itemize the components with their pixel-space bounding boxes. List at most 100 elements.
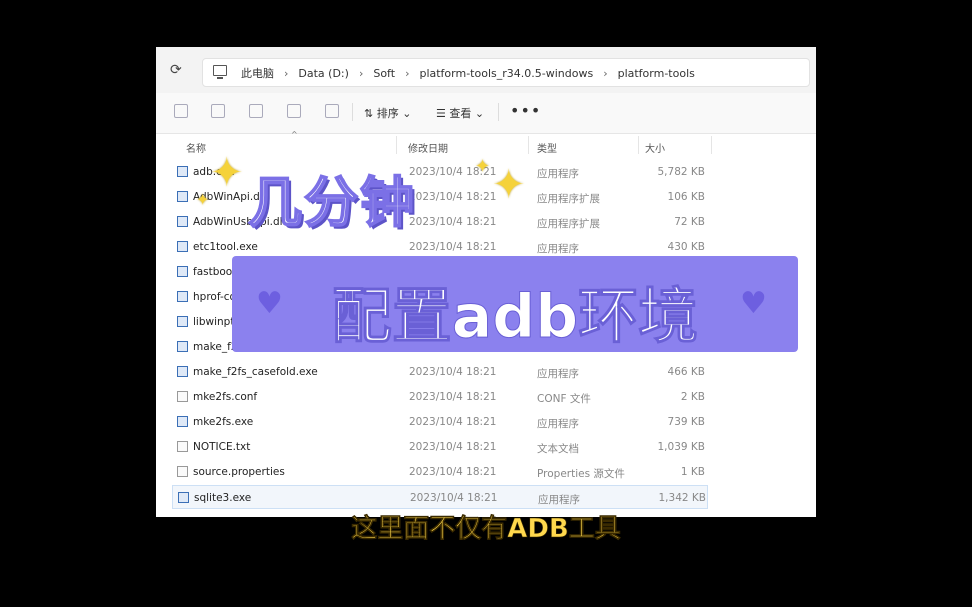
- chevron-right-icon: ›: [358, 67, 364, 80]
- view-label: 查看: [449, 107, 472, 120]
- column-divider[interactable]: [396, 136, 397, 154]
- file-name: sqlite3.exe: [194, 492, 252, 504]
- file-name: etc1tool.exe: [193, 241, 258, 253]
- file-date: 2023/10/4 18:21: [409, 416, 497, 428]
- column-type[interactable]: 类型: [537, 140, 557, 155]
- file-name: mke2fs.exe: [193, 416, 254, 428]
- refresh-icon[interactable]: ⟳: [170, 62, 182, 78]
- exe-icon: [177, 266, 188, 277]
- text-file-icon: [177, 441, 188, 452]
- command-bar: ⇅ 排序 ⌄ ☰ 查看 ⌄ •••: [156, 93, 816, 134]
- file-type: CONF 文件: [537, 393, 591, 405]
- breadcrumb-data-drive[interactable]: Data (D:): [298, 67, 349, 80]
- file-date: 2023/10/4 18:21: [409, 241, 497, 253]
- file-date: 2023/10/4 18:21: [409, 191, 497, 203]
- overlay-title-banner: 配置adb环境: [331, 282, 699, 353]
- column-size[interactable]: 大小: [645, 140, 665, 155]
- file-row-selected[interactable]: sqlite3.exe 2023/10/4 18:21 应用程序 1,342 KB: [172, 485, 708, 509]
- column-name[interactable]: 名称: [186, 140, 206, 155]
- breadcrumb-soft[interactable]: Soft: [373, 67, 395, 80]
- file-size: 5,782 KB: [657, 166, 706, 178]
- file-type: 应用程序扩展: [537, 218, 600, 230]
- file-date: 2023/10/4 18:21: [410, 492, 498, 504]
- file-type: 应用程序: [538, 494, 580, 506]
- file-size: 106 KB: [667, 191, 705, 203]
- file-type: 应用程序扩展: [537, 193, 600, 205]
- file-size: 72 KB: [674, 216, 705, 228]
- chevron-down-icon: ⌄: [402, 107, 412, 120]
- delete-icon[interactable]: [325, 104, 339, 118]
- overlay-title-top: 几分钟: [247, 170, 416, 235]
- dll-icon: [177, 216, 188, 227]
- rename-icon[interactable]: [249, 104, 263, 118]
- sort-label: 排序: [376, 107, 399, 120]
- file-icon: [177, 391, 188, 402]
- file-name: make_f2fs_casefold.exe: [193, 366, 318, 378]
- file-icon: [177, 466, 188, 477]
- sparkle-icon: ✦: [475, 156, 491, 177]
- file-date: 2023/10/4 18:21: [409, 216, 497, 228]
- file-type: 应用程序: [537, 418, 579, 430]
- dll-icon: [177, 191, 188, 202]
- file-type: 应用程序: [537, 168, 579, 180]
- more-options-button[interactable]: •••: [510, 101, 541, 120]
- exe-icon: [178, 492, 189, 503]
- computer-icon: [213, 65, 227, 79]
- column-divider[interactable]: [528, 136, 529, 154]
- address-bar[interactable]: 此电脑 › Data (D:) › Soft › platform-tools_r34.0.…: [202, 58, 810, 87]
- video-subtitle: 这里面不仅有ADB工具: [351, 514, 621, 545]
- column-divider[interactable]: [638, 136, 639, 154]
- toolbar-divider: [498, 103, 499, 121]
- chevron-right-icon: ›: [603, 67, 608, 80]
- file-row[interactable]: mke2fs.conf 2023/10/4 18:21 CONF 文件 2 KB: [172, 385, 708, 409]
- sort-button[interactable]: ⇅ 排序 ⌄: [364, 105, 411, 121]
- breadcrumb-platform-tools-release[interactable]: platform-tools_r34.0.5-windows: [419, 67, 593, 80]
- exe-icon: [177, 241, 188, 252]
- file-row[interactable]: make_f2fs_casefold.exe 2023/10/4 18:21 应用程…: [172, 360, 708, 384]
- file-size: 739 KB: [667, 416, 705, 428]
- column-date[interactable]: 修改日期: [408, 140, 448, 155]
- sparkle-icon: ✦: [492, 162, 526, 208]
- breadcrumb-this-pc[interactable]: 此电脑: [241, 65, 274, 81]
- exe-icon: [177, 416, 188, 427]
- file-name: mke2fs.conf: [193, 391, 258, 403]
- breadcrumb-platform-tools[interactable]: platform-tools: [618, 67, 695, 80]
- paste-icon[interactable]: [211, 104, 225, 118]
- file-name: source.properties: [193, 466, 285, 478]
- exe-icon: [177, 291, 188, 302]
- file-size: 466 KB: [667, 366, 705, 378]
- copy-icon[interactable]: [174, 104, 188, 118]
- exe-icon: [177, 366, 188, 377]
- exe-icon: [177, 166, 188, 177]
- file-date: 2023/10/4 18:21: [409, 466, 497, 478]
- file-date: 2023/10/4 18:21: [409, 391, 497, 403]
- overlay-banner: ♥ 配置adb环境 ♥: [232, 256, 798, 353]
- exe-icon: [177, 341, 188, 352]
- file-size: 1,039 KB: [657, 441, 706, 453]
- file-date: 2023/10/4 18:21: [409, 441, 497, 453]
- column-header: ^ 名称 修改日期 类型 大小: [156, 130, 816, 156]
- chevron-right-icon: ›: [405, 67, 410, 80]
- file-size: 2 KB: [680, 391, 705, 403]
- sort-ascending-icon: ^: [291, 130, 298, 139]
- file-row[interactable]: source.properties 2023/10/4 18:21 Properti…: [172, 460, 708, 484]
- view-button[interactable]: ☰ 查看 ⌄: [436, 105, 484, 121]
- file-type: 应用程序: [537, 368, 579, 380]
- file-size: 1 KB: [680, 466, 705, 478]
- file-size: 430 KB: [667, 241, 705, 253]
- toolbar-divider: [352, 103, 353, 121]
- chevron-right-icon: ›: [284, 67, 289, 80]
- file-row[interactable]: NOTICE.txt 2023/10/4 18:21 文本文档 1,039 KB: [172, 435, 708, 459]
- file-type: 文本文档: [537, 443, 579, 455]
- heart-icon: ♥: [740, 286, 767, 321]
- sparkle-icon: ✦: [210, 150, 244, 196]
- chevron-down-icon: ⌄: [474, 107, 485, 120]
- share-icon[interactable]: [287, 104, 301, 118]
- file-row[interactable]: mke2fs.exe 2023/10/4 18:21 应用程序 739 KB: [172, 410, 708, 434]
- file-name: NOTICE.txt: [193, 441, 251, 453]
- file-type: 应用程序: [537, 243, 579, 255]
- dll-icon: [177, 316, 188, 327]
- column-divider[interactable]: [711, 136, 712, 154]
- file-date: 2023/10/4 18:21: [409, 366, 497, 378]
- address-bar-area: ⟳ 此电脑 › Data (D:) › Soft › platform-tools_r34.…: [156, 47, 816, 93]
